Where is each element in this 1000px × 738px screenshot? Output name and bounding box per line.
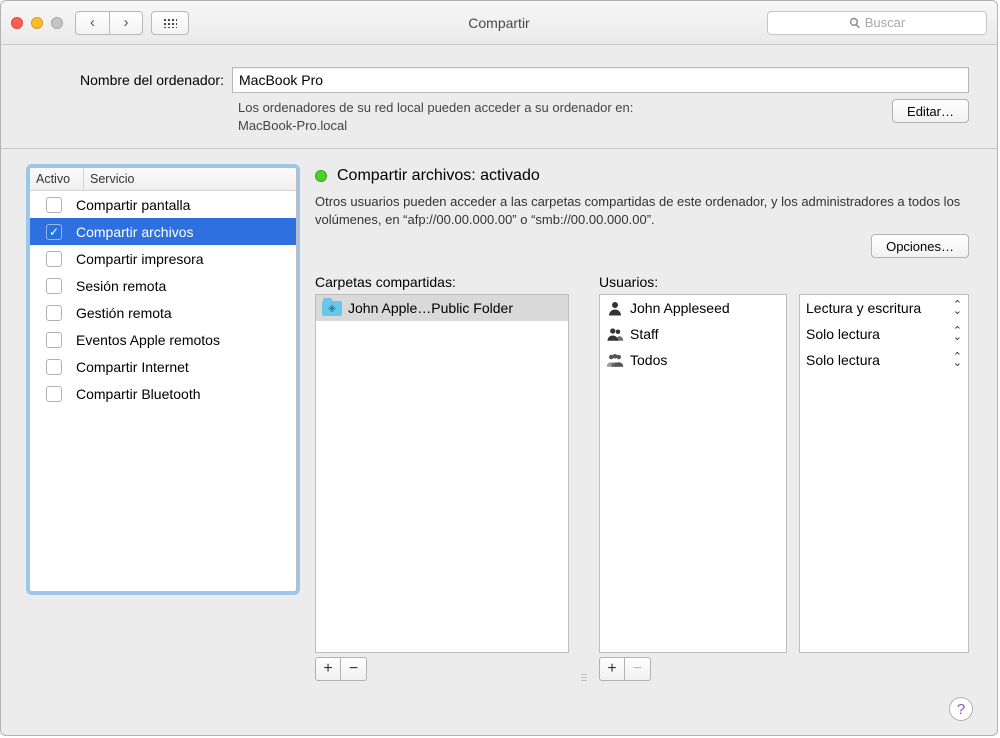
options-button[interactable]: Opciones…	[871, 234, 969, 258]
add-user-button[interactable]: +	[599, 657, 625, 681]
computer-name-section: Nombre del ordenador: Los ordenadores de…	[1, 45, 997, 149]
user-label: Todos	[630, 352, 667, 368]
show-all-prefs-button[interactable]	[151, 11, 189, 35]
service-label: Eventos Apple remotos	[76, 332, 220, 348]
zoom-window-button[interactable]	[51, 17, 63, 29]
computer-name-hint: Los ordenadores de su red local pueden a…	[238, 99, 633, 134]
permission-row[interactable]: Solo lectura ⌃⌄	[800, 321, 968, 347]
service-checkbox[interactable]	[46, 386, 62, 402]
service-label: Compartir Internet	[76, 359, 189, 375]
computer-name-label: Nombre del ordenador:	[29, 72, 224, 88]
permission-label: Lectura y escritura	[806, 300, 921, 316]
people-icon	[606, 325, 624, 343]
help-button[interactable]: ?	[949, 697, 973, 721]
window-controls	[11, 17, 63, 29]
add-folder-button[interactable]: +	[315, 657, 341, 681]
grid-icon	[163, 18, 177, 28]
user-row[interactable]: Todos	[600, 347, 786, 373]
permission-stepper[interactable]: ⌃⌄	[953, 302, 962, 315]
titlebar: ‹ › Compartir Buscar	[1, 1, 997, 45]
service-label: Gestión remota	[76, 305, 172, 321]
service-row[interactable]: Compartir archivos	[30, 218, 296, 245]
service-checkbox[interactable]	[46, 278, 62, 294]
status-title: Compartir archivos: activado	[337, 167, 540, 185]
nav-back-forward: ‹ ›	[75, 11, 143, 35]
service-label: Compartir archivos	[76, 224, 193, 240]
everyone-icon	[606, 351, 624, 369]
remove-user-button: −	[625, 657, 651, 681]
permission-label: Solo lectura	[806, 352, 880, 368]
service-row[interactable]: Compartir pantalla	[30, 191, 296, 218]
close-window-button[interactable]	[11, 17, 23, 29]
permission-label: Solo lectura	[806, 326, 880, 342]
services-header: Activo Servicio	[30, 168, 296, 191]
service-row[interactable]: Sesión remota	[30, 272, 296, 299]
service-label: Compartir Bluetooth	[76, 386, 201, 402]
user-label: John Appleseed	[630, 300, 730, 316]
back-button[interactable]: ‹	[75, 11, 109, 35]
users-list[interactable]: John Appleseed Staff Todos	[599, 294, 787, 653]
edit-hostname-button[interactable]: Editar…	[892, 99, 969, 123]
user-row[interactable]: Staff	[600, 321, 786, 347]
service-checkbox[interactable]	[46, 305, 62, 321]
status-indicator-icon	[315, 170, 327, 182]
permission-stepper[interactable]: ⌃⌄	[953, 354, 962, 367]
service-label: Compartir pantalla	[76, 197, 190, 213]
computer-name-input[interactable]	[232, 67, 969, 93]
permission-row[interactable]: Lectura y escritura ⌃⌄	[800, 295, 968, 321]
service-row[interactable]: Eventos Apple remotos	[30, 326, 296, 353]
service-checkbox[interactable]	[46, 224, 62, 240]
service-row[interactable]: Compartir Bluetooth	[30, 380, 296, 407]
forward-button[interactable]: ›	[109, 11, 143, 35]
user-row[interactable]: John Appleseed	[600, 295, 786, 321]
permissions-list[interactable]: Lectura y escritura⌃⌄Solo lectura⌃⌄Solo …	[799, 294, 969, 653]
permission-stepper[interactable]: ⌃⌄	[953, 328, 962, 341]
folder-label: John Apple…Public Folder	[348, 300, 513, 316]
service-label: Compartir impresora	[76, 251, 204, 267]
search-placeholder: Buscar	[865, 15, 905, 30]
user-label: Staff	[630, 326, 659, 342]
minimize-window-button[interactable]	[31, 17, 43, 29]
users-label: Usuarios:	[599, 274, 787, 290]
service-checkbox[interactable]	[46, 197, 62, 213]
service-detail-pane: Compartir archivos: activado Otros usuar…	[315, 167, 969, 681]
shared-folders-label: Carpetas compartidas:	[315, 274, 569, 290]
status-description: Otros usuarios pueden acceder a las carp…	[315, 193, 969, 228]
service-checkbox[interactable]	[46, 251, 62, 267]
search-field[interactable]: Buscar	[767, 11, 987, 35]
chevron-left-icon: ‹	[90, 15, 95, 30]
sharing-preferences-window: ‹ › Compartir Buscar Nombre del ordenado…	[0, 0, 998, 736]
permissions-label-spacer	[799, 274, 969, 290]
remove-folder-button[interactable]: −	[341, 657, 367, 681]
service-row[interactable]: Compartir Internet	[30, 353, 296, 380]
service-checkbox[interactable]	[46, 332, 62, 348]
folder-row[interactable]: ◈ John Apple…Public Folder	[316, 295, 568, 321]
search-icon	[849, 17, 861, 29]
person-icon	[606, 299, 624, 317]
service-row[interactable]: Gestión remota	[30, 299, 296, 326]
folder-icon: ◈	[322, 301, 342, 316]
shared-folders-list[interactable]: ◈ John Apple…Public Folder	[315, 294, 569, 653]
services-header-service: Servicio	[84, 168, 296, 190]
service-row[interactable]: Compartir impresora	[30, 245, 296, 272]
service-checkbox[interactable]	[46, 359, 62, 375]
services-list[interactable]: Activo Servicio Compartir pantalla Compar…	[29, 167, 297, 592]
permission-row[interactable]: Solo lectura ⌃⌄	[800, 347, 968, 373]
chevron-right-icon: ›	[124, 15, 129, 30]
list-resize-handle[interactable]	[581, 614, 587, 681]
service-label: Sesión remota	[76, 278, 166, 294]
services-header-active: Activo	[30, 168, 84, 190]
